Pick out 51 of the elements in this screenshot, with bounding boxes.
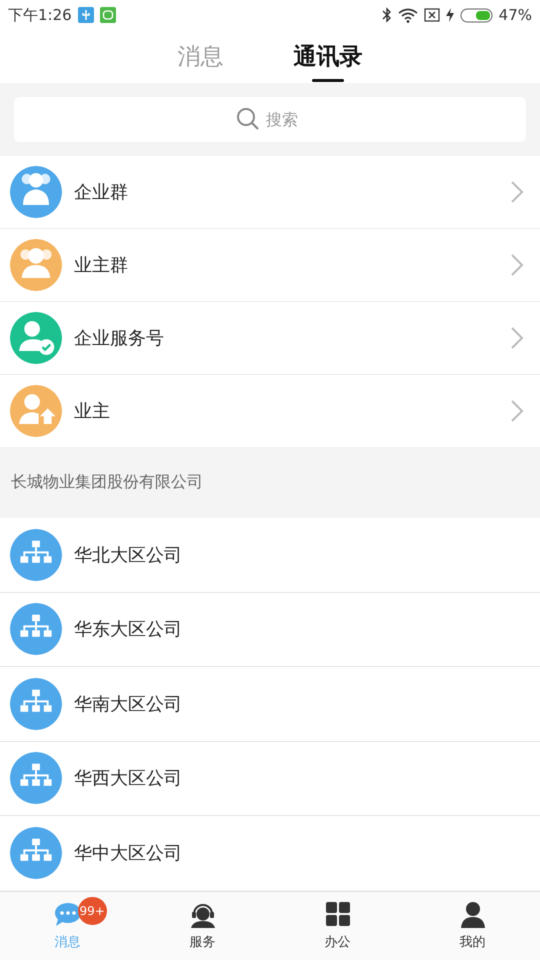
- contact-group-row[interactable]: 企业群: [0, 156, 540, 229]
- nav-tab[interactable]: 办公: [270, 892, 405, 960]
- chevron-right-icon: [510, 253, 524, 277]
- department-row[interactable]: 华东大区公司: [0, 592, 540, 667]
- nav-tab[interactable]: 服务: [135, 892, 270, 960]
- nav-tab[interactable]: 我的: [405, 892, 540, 960]
- search-field[interactable]: 搜索: [14, 97, 526, 142]
- org-chart-icon: [10, 678, 62, 730]
- department-row[interactable]: 华中大区公司: [0, 816, 540, 890]
- sim-off-icon: [424, 8, 440, 22]
- row-label: 华东大区公司: [74, 618, 183, 642]
- department-row[interactable]: 华北大区公司: [0, 518, 540, 592]
- section-header: 长城物业集团股份有限公司: [10, 471, 204, 493]
- contact-group-row[interactable]: 企业服务号: [0, 302, 540, 375]
- unread-badge: 99+: [78, 897, 107, 925]
- group-avatar-icon: [10, 385, 62, 437]
- department-row[interactable]: 华西大区公司: [0, 742, 540, 816]
- battery-percent: 47%: [498, 6, 532, 24]
- contact-group-row[interactable]: 业主: [0, 375, 540, 447]
- row-label: 企业服务号: [74, 327, 165, 350]
- contact-group-row[interactable]: 业主群: [0, 229, 540, 302]
- row-label: 华中大区公司: [74, 842, 183, 865]
- org-chart-icon: [10, 752, 62, 804]
- battery-icon: [460, 8, 493, 22]
- org-chart-icon: [10, 528, 62, 581]
- group-avatar-icon: [10, 166, 62, 218]
- row-label: 华西大区公司: [74, 767, 183, 790]
- row-label: 企业群: [74, 181, 129, 204]
- me-icon: [458, 901, 486, 929]
- nav-tab[interactable]: 消息 99+: [0, 892, 135, 960]
- office-icon: [324, 901, 352, 929]
- row-label: 华南大区公司: [74, 692, 183, 716]
- search-icon: [236, 107, 260, 131]
- group-avatar-icon: [10, 312, 62, 364]
- department-row[interactable]: 华南大区公司: [0, 667, 540, 742]
- wifi-icon: [398, 8, 418, 22]
- charging-icon: [446, 8, 454, 22]
- chat-icon: [54, 901, 82, 929]
- chevron-right-icon: [510, 399, 524, 423]
- service-icon: [188, 901, 216, 929]
- chevron-right-icon: [510, 326, 524, 350]
- tab[interactable]: 通讯录: [294, 30, 362, 83]
- org-chart-icon: [10, 826, 62, 879]
- org-chart-icon: [10, 603, 62, 656]
- status-time: 下午1:26: [8, 6, 72, 24]
- row-label: 业主群: [74, 254, 129, 277]
- row-label: 业主: [74, 400, 111, 423]
- bluetooth-icon: [382, 7, 392, 23]
- row-label: 华北大区公司: [74, 544, 183, 567]
- chevron-right-icon: [510, 180, 524, 204]
- group-avatar-icon: [10, 239, 62, 291]
